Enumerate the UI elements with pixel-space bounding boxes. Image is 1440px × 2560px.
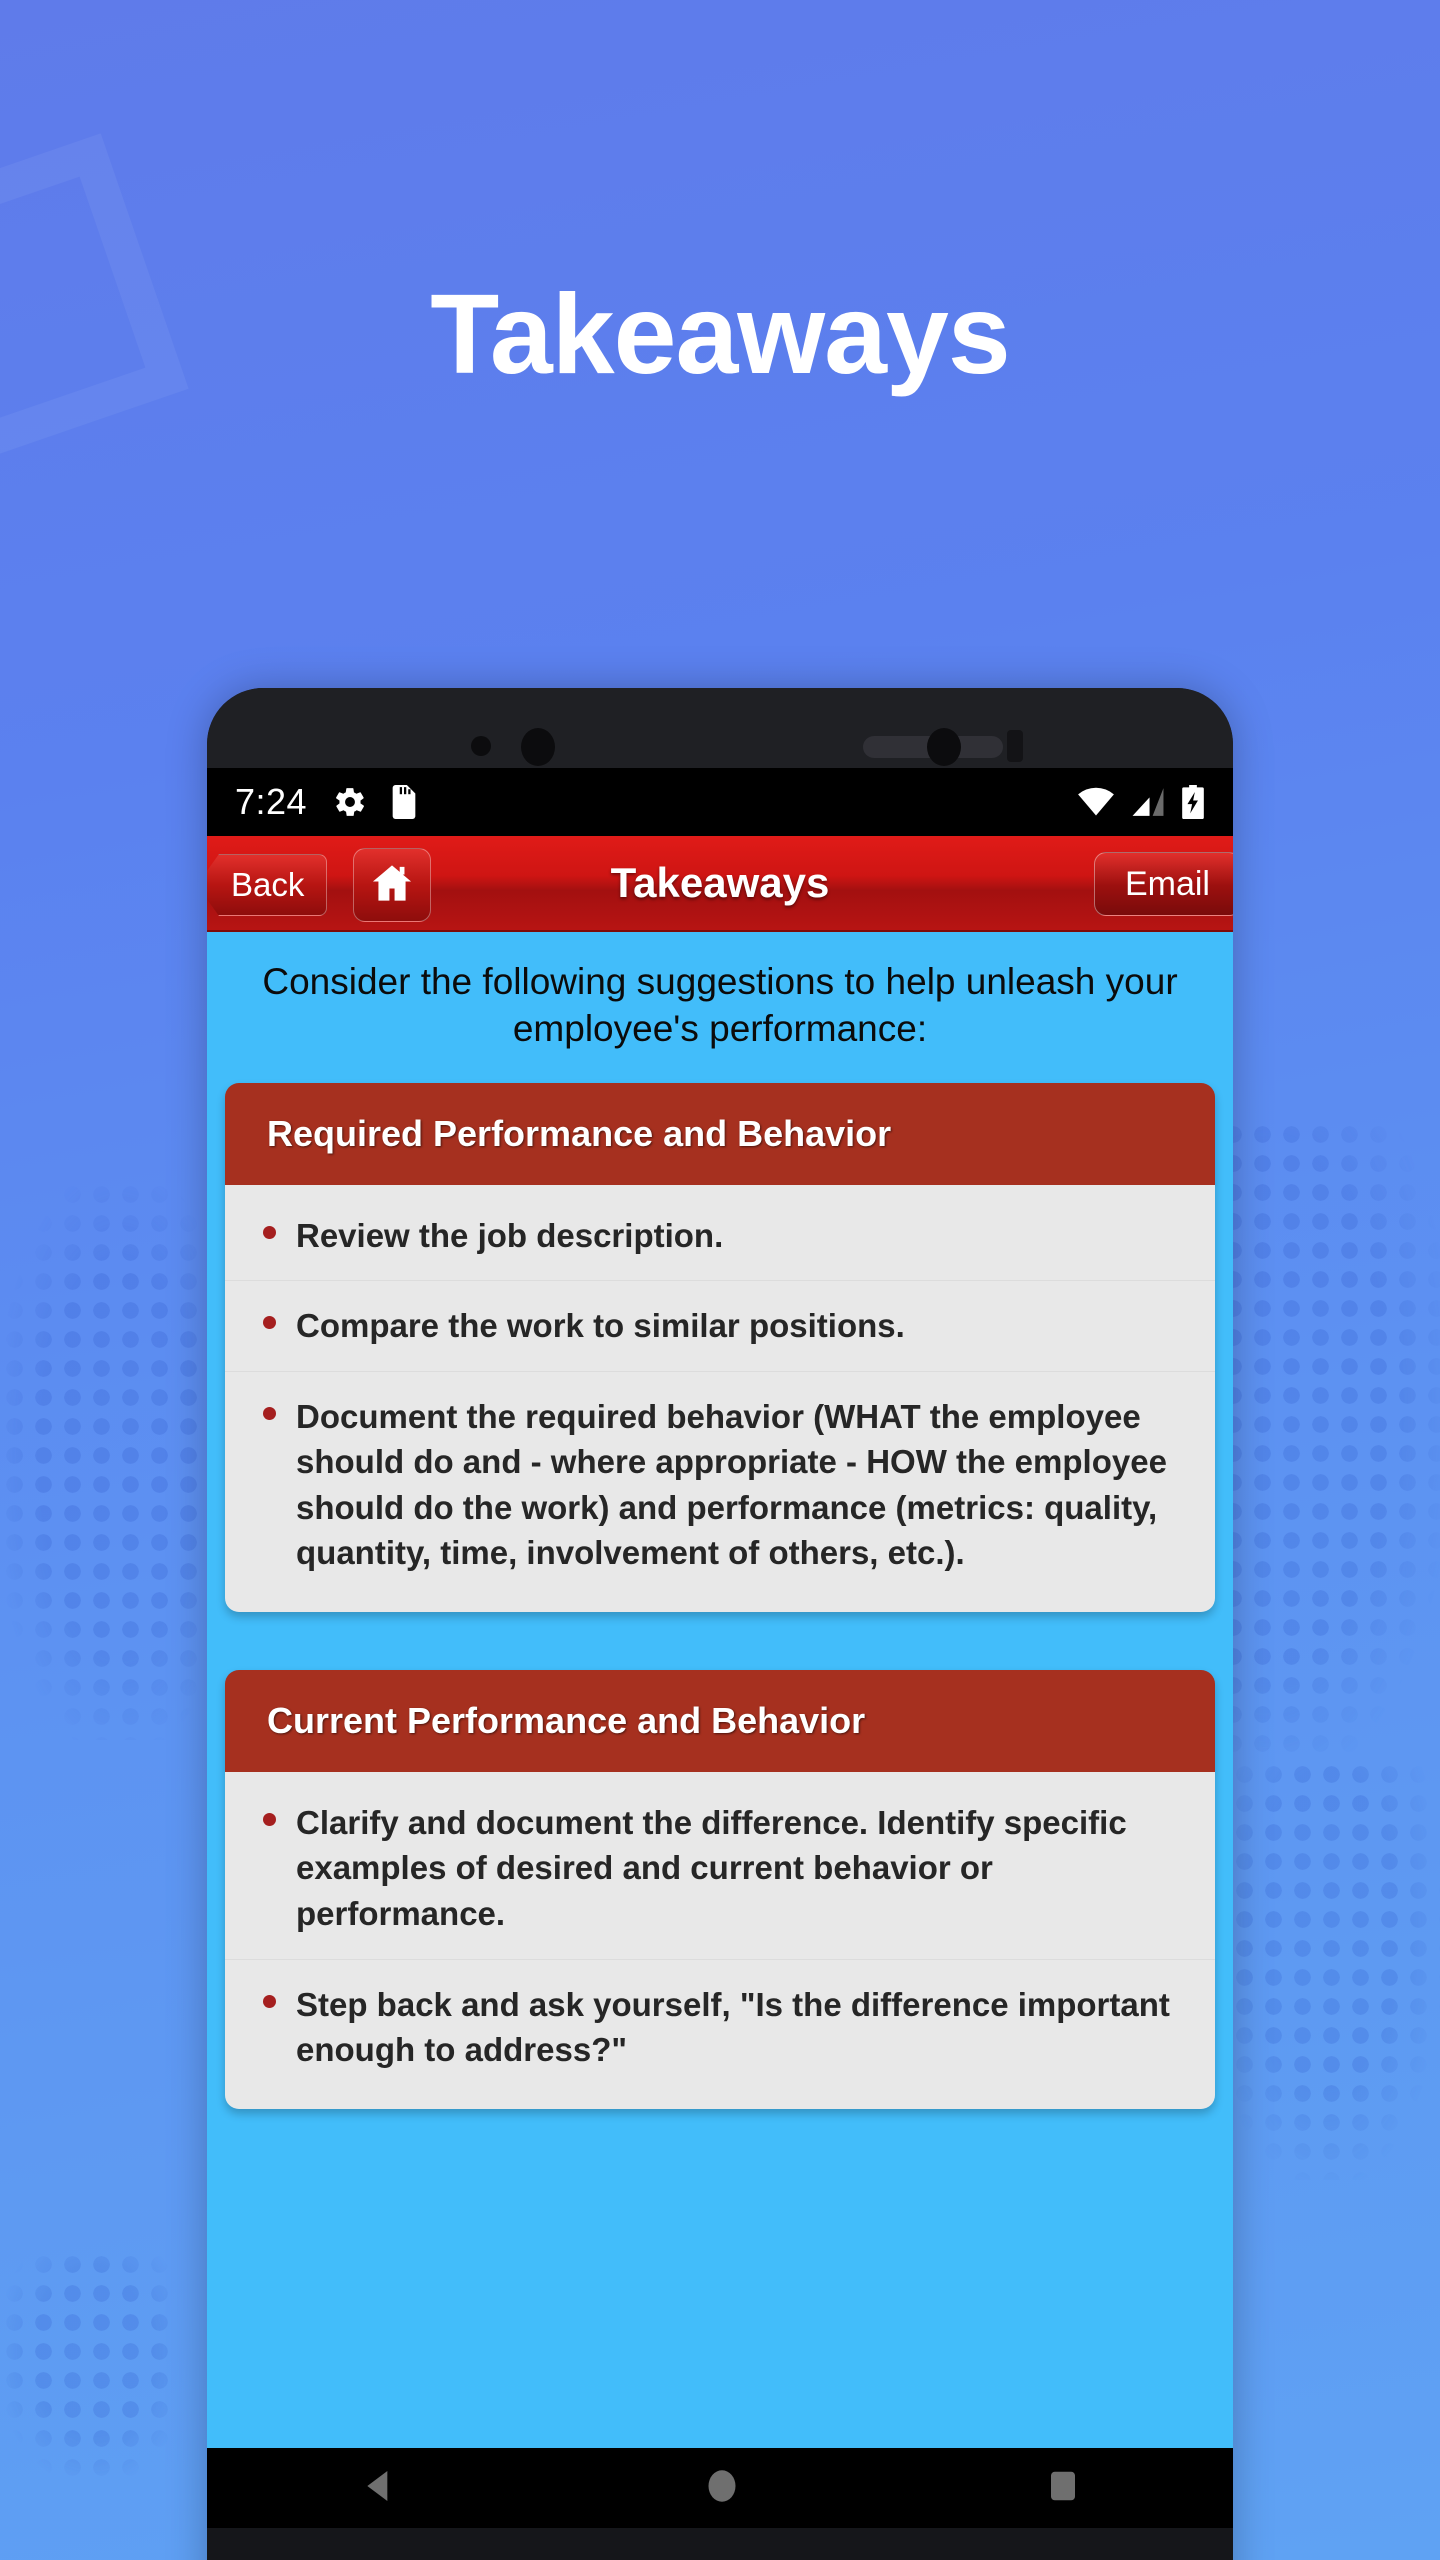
bullet-icon: [263, 1406, 276, 1420]
phone-screen: 7:24 Back Takeaways Email Consider the f…: [207, 768, 1233, 2528]
battery-charging-icon: [1181, 785, 1205, 819]
bullet-icon: [263, 1225, 276, 1239]
back-button[interactable]: Back: [207, 854, 328, 916]
list-item[interactable]: Review the job description.: [225, 1191, 1215, 1282]
home-icon: [369, 861, 415, 910]
takeaway-card: Current Performance and Behavior Clarify…: [225, 1669, 1215, 2109]
takeaway-card: Required Performance and Behavior Review…: [225, 1082, 1215, 1612]
card-body: Review the job description. Compare the …: [225, 1184, 1215, 1612]
sensor-icon: [471, 736, 491, 756]
decorative-dot-map: [0, 1180, 200, 1740]
list-item[interactable]: Step back and ask yourself, "Is the diff…: [225, 1960, 1215, 2095]
status-bar-clock: 7:24: [235, 781, 308, 822]
list-item-label: Document the required behavior (WHAT the…: [296, 1397, 1167, 1572]
nav-recents-icon[interactable]: [1045, 2466, 1081, 2511]
status-bar: 7:24: [207, 768, 1233, 836]
list-item[interactable]: Compare the work to similar positions.: [225, 1281, 1215, 1372]
phone-top-bezel: [207, 688, 1233, 776]
bullet-icon: [263, 1316, 276, 1330]
wifi-icon: [1077, 787, 1115, 817]
status-bar-right-icons: [1077, 785, 1205, 819]
home-button[interactable]: [353, 848, 431, 922]
intro-text: Consider the following suggestions to he…: [262, 961, 1178, 1050]
list-item-label: Compare the work to similar positions.: [296, 1307, 905, 1345]
promo-headline: Takeaways: [430, 271, 1010, 397]
list-item[interactable]: Clarify and document the difference. Ide…: [225, 1778, 1215, 1960]
list-item[interactable]: Document the required behavior (WHAT the…: [225, 1372, 1215, 1598]
cell-signal-icon: [1131, 787, 1165, 817]
email-button[interactable]: Email: [1093, 852, 1233, 916]
nav-home-icon[interactable]: [704, 2466, 740, 2511]
card-header: Current Performance and Behavior: [225, 1669, 1215, 1772]
bullet-icon: [263, 1812, 276, 1826]
android-navigation-bar: [207, 2448, 1233, 2528]
card-header: Required Performance and Behavior: [225, 1082, 1215, 1185]
front-camera-icon: [927, 728, 961, 766]
decorative-dot-map: [0, 2250, 170, 2480]
card-body: Clarify and document the difference. Ide…: [225, 1771, 1215, 2109]
decorative-dot-map: [1230, 1760, 1440, 2180]
promo-background: Takeaways 7:24 Back Takeaways Email Cons…: [0, 0, 1440, 2560]
status-bar-left-icons: [333, 785, 419, 819]
nav-back-icon[interactable]: [359, 2466, 399, 2511]
list-item-label: Review the job description.: [296, 1216, 724, 1254]
app-toolbar: Back Takeaways Email: [207, 836, 1233, 932]
bullet-icon: [263, 1994, 276, 2008]
content-area: Consider the following suggestions to he…: [207, 932, 1233, 2528]
list-item-label: Step back and ask yourself, "Is the diff…: [296, 1985, 1170, 2069]
sd-card-icon: [389, 785, 419, 819]
proximity-sensor-icon: [521, 728, 555, 766]
list-item-label: Clarify and document the difference. Ide…: [296, 1803, 1127, 1932]
sensor-icon: [1007, 730, 1023, 762]
gear-icon: [333, 785, 367, 819]
phone-mockup: 7:24 Back Takeaways Email Consider the f…: [207, 688, 1233, 2560]
back-button-label: Back: [231, 866, 305, 903]
email-button-label: Email: [1124, 864, 1210, 903]
